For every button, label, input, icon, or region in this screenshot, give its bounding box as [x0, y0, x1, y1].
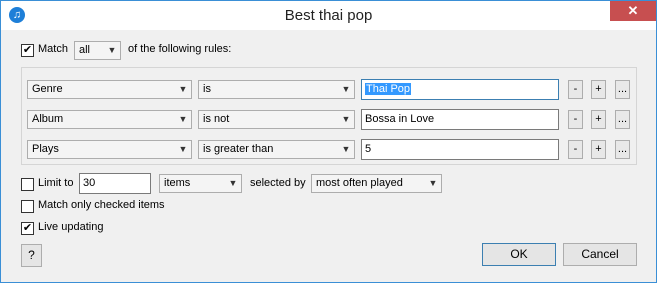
limit-label: Limit to: [38, 177, 74, 189]
remove-rule-button[interactable]: -: [568, 80, 583, 99]
match-checkbox[interactable]: ✔: [21, 44, 34, 57]
title-bar: ♫ Best thai pop ✕: [1, 1, 656, 30]
chevron-down-icon: ▼: [428, 178, 438, 188]
rule-field-value: Plays: [32, 143, 59, 155]
add-rule-button[interactable]: +: [591, 140, 606, 159]
rule-operator-select[interactable]: is ▼: [198, 80, 355, 99]
limit-unit-value: items: [164, 177, 191, 189]
live-updating-label: Live updating: [38, 221, 104, 233]
selected-by-select[interactable]: most often played ▼: [311, 174, 442, 193]
chevron-down-icon: ▼: [178, 84, 188, 94]
rule-value-text: 5: [365, 143, 372, 155]
rule-value-input[interactable]: Bossa in Love: [361, 109, 559, 130]
match-checked-label: Match only checked items: [38, 199, 165, 211]
match-mode-select[interactable]: all ▼: [74, 41, 121, 60]
rule-operator-value: is not: [203, 113, 230, 125]
add-rule-button[interactable]: +: [591, 80, 606, 99]
chevron-down-icon: ▼: [178, 114, 188, 124]
chevron-down-icon: ▼: [341, 84, 351, 94]
more-rule-button[interactable]: ...: [615, 80, 630, 99]
match-checked-checkbox[interactable]: [21, 200, 34, 213]
limit-checkbox[interactable]: [21, 178, 34, 191]
window-title: Best thai pop: [284, 7, 373, 24]
limit-unit-select[interactable]: items ▼: [159, 174, 242, 193]
rule-field-value: Genre: [32, 83, 63, 95]
rule-field-select[interactable]: Album ▼: [27, 110, 192, 129]
rule-operator-value: is greater than: [203, 143, 274, 155]
match-label: Match: [38, 43, 68, 55]
rule-value-text: Thai Pop: [365, 83, 412, 95]
chevron-down-icon: ▼: [341, 114, 351, 124]
match-suffix: of the following rules:: [128, 43, 232, 55]
limit-count-input[interactable]: 30: [79, 173, 151, 194]
selected-by-value: most often played: [316, 177, 403, 189]
remove-rule-button[interactable]: -: [568, 110, 583, 129]
selected-by-label: selected by: [250, 177, 306, 189]
rule-field-select[interactable]: Genre ▼: [27, 80, 192, 99]
cancel-button[interactable]: Cancel: [563, 243, 637, 266]
more-rule-button[interactable]: ...: [615, 110, 630, 129]
limit-count-value: 30: [83, 177, 96, 189]
chevron-down-icon: ▼: [341, 144, 351, 154]
chevron-down-icon: ▼: [178, 144, 188, 154]
help-button[interactable]: ?: [21, 244, 42, 267]
match-mode-value: all: [79, 44, 91, 56]
rule-field-value: Album: [32, 113, 64, 125]
close-button[interactable]: ✕: [610, 1, 656, 21]
remove-rule-button[interactable]: -: [568, 140, 583, 159]
rule-value-input[interactable]: Thai Pop: [361, 79, 559, 100]
rule-value-text: Bossa in Love: [365, 113, 435, 125]
rule-operator-select[interactable]: is greater than ▼: [198, 140, 355, 159]
rule-field-select[interactable]: Plays ▼: [27, 140, 192, 159]
live-updating-checkbox[interactable]: ✔: [21, 222, 34, 235]
chevron-down-icon: ▼: [107, 45, 117, 55]
ok-button[interactable]: OK: [482, 243, 556, 266]
smart-playlist-dialog: ♫ Best thai pop ✕ ✔ Match all ▼ of the f…: [0, 0, 657, 283]
rule-operator-value: is: [203, 83, 211, 95]
chevron-down-icon: ▼: [228, 178, 238, 188]
more-rule-button[interactable]: ...: [615, 140, 630, 159]
add-rule-button[interactable]: +: [591, 110, 606, 129]
rule-value-input[interactable]: 5: [361, 139, 559, 160]
rule-operator-select[interactable]: is not ▼: [198, 110, 355, 129]
